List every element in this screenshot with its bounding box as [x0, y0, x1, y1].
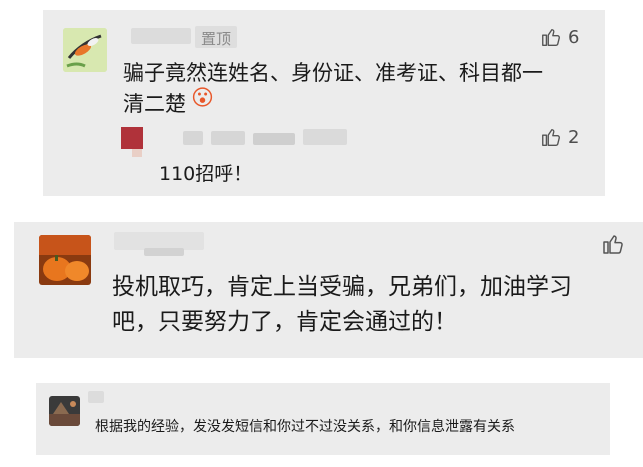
- user-avatar[interactable]: [49, 396, 80, 426]
- comment-text-line1: 骗子竟然连姓名、身份证、准考证、科目都一: [123, 61, 543, 85]
- username-blurred: [88, 391, 104, 403]
- avatar-fish-image: [63, 28, 107, 72]
- reply-username-blurred-3: [253, 133, 295, 145]
- comment-card-3: 根据我的经验，发没发短信和你过不过没关系，和你信息泄露有关系: [36, 383, 610, 455]
- comment-text-line2: 清二楚: [123, 92, 186, 116]
- pinned-label: 置顶: [201, 30, 232, 48]
- surprised-emoji-icon: 😮: [191, 86, 214, 111]
- username-blurred-2: [144, 248, 184, 256]
- user-avatar[interactable]: [63, 28, 107, 72]
- like-count: 6: [568, 26, 580, 48]
- avatar-pumpkin-image: [39, 235, 91, 285]
- comment-text-line2: 吧，只要努力了，肯定会通过的！: [112, 309, 457, 335]
- like-button[interactable]: [601, 232, 625, 256]
- reply-like-count: 2: [568, 126, 580, 148]
- username-blurred: [131, 28, 191, 44]
- comment-text: 根据我的经验，发没发短信和你过不过没关系，和你信息泄露有关系: [95, 419, 515, 435]
- comment-card-2: 投机取巧，肯定上当受骗，兄弟们，加油学习 吧，只要努力了，肯定会通过的！: [14, 222, 643, 358]
- reply-avatar-stub: [132, 149, 142, 157]
- reply-avatar[interactable]: [121, 127, 143, 149]
- user-avatar[interactable]: [39, 235, 91, 285]
- like-button[interactable]: 6: [540, 26, 579, 48]
- thumbs-up-icon: [601, 232, 625, 256]
- comment-card-1: 置顶 6 骗子竟然连姓名、身份证、准考证、科目都一 清二楚 😮 2 110招呼！: [43, 10, 605, 196]
- reply-username-blurred: [183, 131, 203, 145]
- reply-text: 110招呼！: [159, 163, 253, 185]
- reply-like-button[interactable]: 2: [540, 126, 579, 148]
- reply-username-blurred-2: [211, 131, 245, 145]
- avatar-landscape-image: [49, 396, 80, 426]
- reply-username-blurred-4: [303, 129, 347, 145]
- comment-text-line1: 投机取巧，肯定上当受骗，兄弟们，加油学习: [112, 274, 572, 300]
- thumbs-up-icon: [540, 26, 562, 48]
- thumbs-up-icon: [540, 126, 562, 148]
